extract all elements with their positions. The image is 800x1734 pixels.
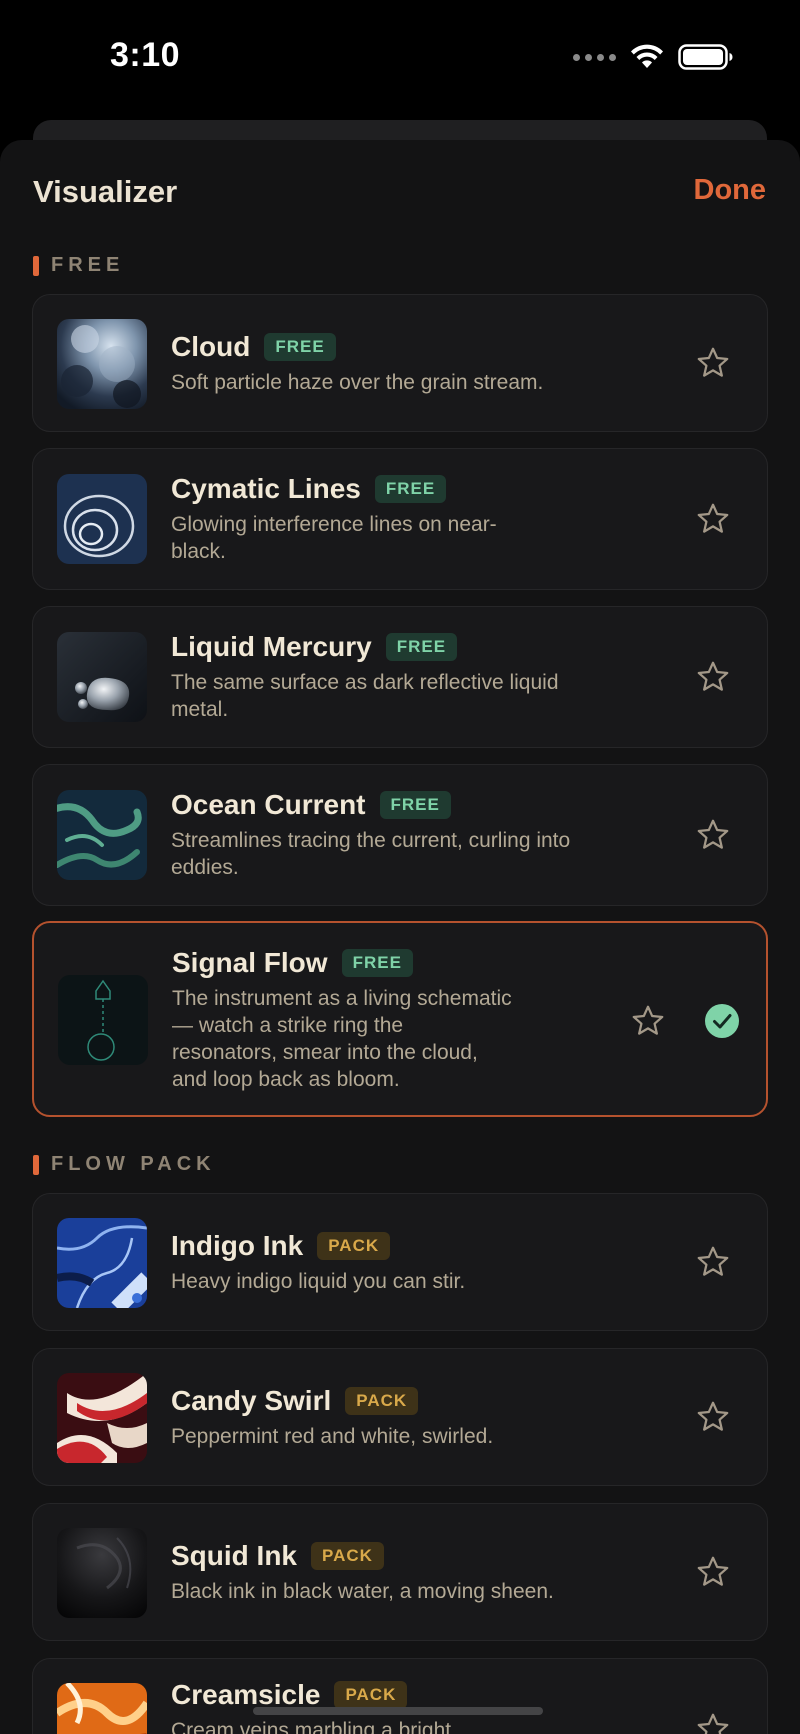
sheet-title: Visualizer <box>33 174 178 209</box>
card-text: Indigo Ink PACK Heavy indigo liquid you … <box>171 1230 611 1295</box>
section-title: FLOW PACK <box>51 1153 216 1175</box>
visualizer-item-signal-flow[interactable]: Signal Flow FREE The instrument as a liv… <box>32 921 768 1117</box>
visualizer-item-creamsicle[interactable]: Creamsicle PACK Cream veins marbling a b… <box>32 1658 768 1734</box>
section-header-free: FREE <box>33 254 124 277</box>
pack-badge: PACK <box>334 1681 408 1709</box>
visualizer-item-candy-swirl[interactable]: Candy Swirl PACK Peppermint red and whit… <box>32 1348 768 1486</box>
visualizer-item-indigo-ink[interactable]: Indigo Ink PACK Heavy indigo liquid you … <box>32 1193 768 1331</box>
visualizer-sheet: Visualizer Done FREE Cloud FREE Soft par… <box>0 140 800 1734</box>
pack-badge: PACK <box>311 1542 384 1570</box>
item-description: Glowing interference lines on near-black… <box>171 513 497 563</box>
ocean-current-thumbnail <box>57 790 147 880</box>
wifi-icon <box>631 44 663 68</box>
card-text: Cymatic Lines FREE Glowing interference … <box>171 473 501 565</box>
visualizer-item-squid-ink[interactable]: Squid Ink PACK Black ink in black water,… <box>32 1503 768 1641</box>
star-icon[interactable] <box>695 1399 731 1435</box>
item-title: Indigo Ink <box>171 1230 304 1261</box>
star-icon[interactable] <box>695 1554 731 1590</box>
item-description: Soft particle haze over the grain stream… <box>171 371 544 394</box>
pack-badge: PACK <box>317 1232 391 1260</box>
card-text: Squid Ink PACK Black ink in black water,… <box>171 1540 631 1605</box>
card-text: Signal Flow FREE The instrument as a liv… <box>172 947 512 1093</box>
item-title: Squid Ink <box>171 1540 297 1571</box>
item-title: Candy Swirl <box>171 1385 332 1416</box>
item-description: Streamlines tracing the current, curling… <box>171 829 571 879</box>
card-text: Liquid Mercury FREE The same surface as … <box>171 631 581 723</box>
free-badge: FREE <box>385 633 458 661</box>
squid-ink-thumbnail <box>57 1528 147 1618</box>
free-badge: FREE <box>341 949 413 977</box>
card-text: Candy Swirl PACK Peppermint red and whit… <box>171 1385 611 1450</box>
item-title: Liquid Mercury <box>171 631 372 662</box>
visualizer-item-cymatic-lines[interactable]: Cymatic Lines FREE Glowing interference … <box>32 448 768 590</box>
home-indicator[interactable] <box>253 1707 543 1715</box>
card-text: Cloud FREE Soft particle haze over the g… <box>171 331 611 396</box>
item-title: Ocean Current <box>171 789 366 820</box>
pack-badge: PACK <box>345 1387 419 1415</box>
free-badge: FREE <box>264 333 336 361</box>
item-description: Peppermint red and white, swirled. <box>171 1425 494 1448</box>
star-icon[interactable] <box>695 817 731 853</box>
free-badge: FREE <box>374 475 447 503</box>
star-icon[interactable] <box>630 1003 666 1039</box>
section-accent-bar <box>33 255 39 276</box>
visualizer-item-liquid-mercury[interactable]: Liquid Mercury FREE The same surface as … <box>32 606 768 748</box>
candy-swirl-thumbnail <box>57 1373 147 1463</box>
signal-flow-thumbnail <box>58 975 148 1065</box>
section-title: FREE <box>51 254 125 276</box>
section-header-flow-pack: FLOW PACK <box>33 1153 216 1176</box>
star-icon[interactable] <box>695 1244 731 1280</box>
status-bar: 3:10 <box>0 0 800 120</box>
section-accent-bar <box>33 1154 39 1175</box>
cymatic-lines-thumbnail <box>57 474 147 564</box>
item-description: The instrument as a living schematic — w… <box>172 987 512 1091</box>
checkmark-circle-icon <box>705 1004 739 1038</box>
liquid-mercury-thumbnail <box>57 632 147 722</box>
visualizer-item-cloud[interactable]: Cloud FREE Soft particle haze over the g… <box>32 294 768 432</box>
item-title: Signal Flow <box>172 947 328 978</box>
free-badge: FREE <box>379 791 451 819</box>
status-icons <box>573 44 734 70</box>
sheet-header: Visualizer Done <box>0 140 800 232</box>
item-description: Cream veins marbling a bright <box>171 1719 452 1734</box>
done-button[interactable]: Done <box>694 174 767 207</box>
battery-icon <box>678 44 733 70</box>
indigo-ink-thumbnail <box>57 1218 147 1308</box>
cloud-thumbnail <box>57 319 147 409</box>
item-title: Cymatic Lines <box>171 473 361 504</box>
visualizer-item-ocean-current[interactable]: Ocean Current FREE Streamlines tracing t… <box>32 764 768 906</box>
star-icon[interactable] <box>695 345 731 381</box>
item-description: Black ink in black water, a moving sheen… <box>171 1580 554 1603</box>
cellular-signal-icon <box>573 53 616 61</box>
status-time: 3:10 <box>110 36 181 74</box>
item-description: Heavy indigo liquid you can stir. <box>171 1270 466 1293</box>
creamsicle-thumbnail <box>57 1683 147 1734</box>
star-icon[interactable] <box>695 501 731 537</box>
star-icon[interactable] <box>695 1711 731 1734</box>
item-description: The same surface as dark reflective liqu… <box>171 671 559 721</box>
star-icon[interactable] <box>695 659 731 695</box>
card-text: Ocean Current FREE Streamlines tracing t… <box>171 789 601 881</box>
item-title: Cloud <box>171 331 251 362</box>
